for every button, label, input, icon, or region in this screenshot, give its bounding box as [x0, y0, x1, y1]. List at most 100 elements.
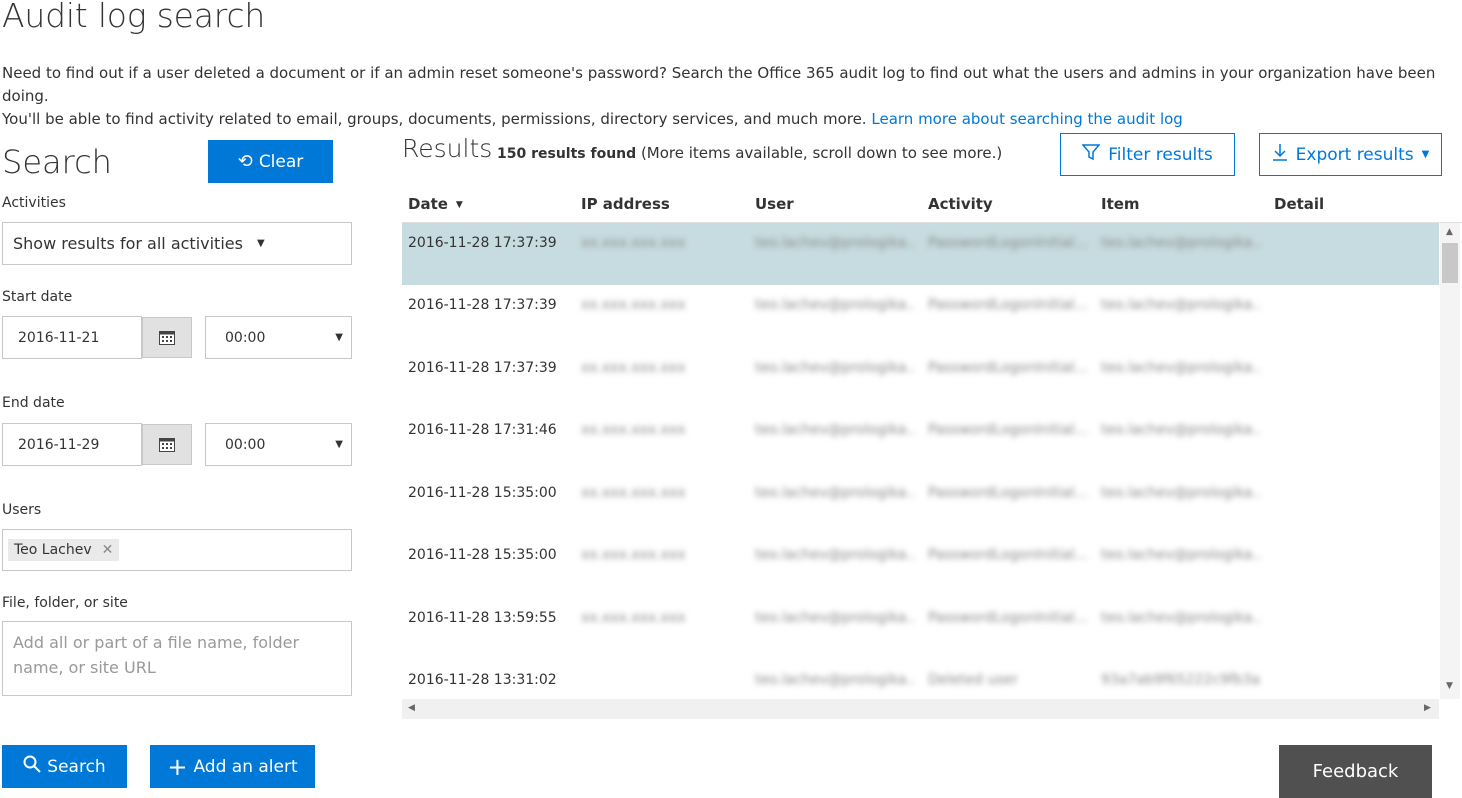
scroll-right-icon[interactable]: ▶	[1424, 703, 1431, 713]
cell-user: teo.lachev@prologika...	[755, 360, 915, 376]
cell-activity: Deleted user	[928, 672, 1018, 688]
cell-activity: PasswordLogonInitial...	[928, 297, 1088, 313]
table-row[interactable]: 2016-11-28 13:59:55 xx.xxx.xxx.xxx teo.l…	[402, 598, 1439, 660]
start-date-label: Start date	[2, 289, 73, 305]
results-grid: 2016-11-28 17:37:39 xx.xxx.xxx.xxx teo.l…	[402, 223, 1439, 699]
cell-activity: PasswordLogonInitial...	[928, 547, 1088, 563]
end-time-value: 00:00	[225, 436, 266, 453]
vertical-scrollbar[interactable]: ▲ ▼	[1440, 223, 1460, 699]
users-label: Users	[2, 502, 42, 518]
chevron-down-icon: ▼	[335, 439, 343, 450]
add-alert-button[interactable]: + Add an alert	[150, 745, 315, 788]
cell-ip: xx.xxx.xxx.xxx	[581, 360, 686, 376]
cell-date: 2016-11-28 17:31:46	[408, 422, 557, 438]
cell-date: 2016-11-28 13:31:02	[408, 672, 557, 688]
end-time-select[interactable]: 00:00 ▼	[205, 423, 352, 466]
export-results-label: Export results	[1295, 144, 1414, 165]
filter-results-label: Filter results	[1108, 144, 1213, 165]
start-time-select[interactable]: 00:00 ▼	[205, 316, 352, 359]
cell-item: teo.lachev@prologika...	[1101, 297, 1261, 313]
cell-activity: PasswordLogonInitial...	[928, 610, 1088, 626]
download-icon	[1272, 143, 1288, 166]
table-row[interactable]: 2016-11-28 15:35:00 xx.xxx.xxx.xxx teo.l…	[402, 473, 1439, 535]
file-label: File, folder, or site	[2, 595, 128, 611]
cell-item: teo.lachev@prologika...	[1101, 422, 1261, 438]
cell-user: teo.lachev@prologika...	[755, 672, 915, 688]
table-row[interactable]: 2016-11-28 17:37:39 xx.xxx.xxx.xxx teo.l…	[402, 285, 1439, 347]
cell-user: teo.lachev@prologika...	[755, 610, 915, 626]
column-header-activity[interactable]: Activity	[928, 195, 993, 213]
learn-more-link[interactable]: Learn more about searching the audit log	[871, 110, 1182, 128]
export-results-button[interactable]: Export results ▼	[1259, 133, 1442, 176]
activities-label: Activities	[2, 195, 66, 211]
end-date-calendar-icon[interactable]	[142, 424, 192, 465]
cell-item: teo.lachev@prologika...	[1101, 547, 1261, 563]
user-tag-label: Teo Lachev	[14, 542, 92, 558]
table-row[interactable]: 2016-11-28 17:31:46 xx.xxx.xxx.xxx teo.l…	[402, 410, 1439, 472]
cell-ip: xx.xxx.xxx.xxx	[581, 610, 686, 626]
results-table-header: Date ▼ IP address User Activity Item Deta…	[402, 185, 1462, 223]
chevron-down-icon: ▼	[335, 332, 343, 343]
users-input[interactable]: Teo Lachev ✕	[2, 529, 352, 571]
cell-item: teo.lachev@prologika...	[1101, 235, 1261, 251]
cell-activity: PasswordLogonInitial...	[928, 422, 1088, 438]
add-alert-label: Add an alert	[193, 756, 298, 777]
cell-ip: xx.xxx.xxx.xxx	[581, 235, 686, 251]
cell-date: 2016-11-28 15:35:00	[408, 485, 557, 501]
cell-ip: xx.xxx.xxx.xxx	[581, 485, 686, 501]
scroll-down-icon[interactable]: ▼	[1446, 681, 1453, 691]
cell-activity: PasswordLogonInitial...	[928, 360, 1088, 376]
chevron-down-icon: ▼	[1421, 149, 1430, 160]
horizontal-scrollbar[interactable]: ◀ ▶	[402, 699, 1439, 719]
table-row[interactable]: 2016-11-28 13:31:02 teo.lachev@prologika…	[402, 660, 1439, 699]
filter-results-button[interactable]: Filter results	[1060, 133, 1235, 176]
start-date-input[interactable]: 2016-11-21	[2, 316, 142, 359]
activities-value: Show results for all activities	[13, 234, 243, 253]
search-icon	[23, 755, 42, 778]
scroll-up-icon[interactable]: ▲	[1446, 227, 1453, 237]
scroll-left-icon[interactable]: ◀	[408, 703, 415, 713]
cell-item: teo.lachev@prologika...	[1101, 610, 1261, 626]
end-date-input[interactable]: 2016-11-29	[2, 423, 142, 466]
filter-icon	[1081, 143, 1101, 166]
start-date-calendar-icon[interactable]	[142, 317, 192, 358]
file-folder-site-input[interactable]: Add all or part of a file name, folder n…	[2, 621, 352, 696]
intro-line-1: Need to find out if a user deleted a doc…	[2, 64, 1436, 105]
intro-line-2: You'll be able to find activity related …	[2, 110, 867, 128]
start-time-value: 00:00	[225, 329, 266, 346]
cell-ip: xx.xxx.xxx.xxx	[581, 547, 686, 563]
activities-dropdown[interactable]: Show results for all activities ▼	[2, 222, 352, 265]
results-count-note: (More items available, scroll down to se…	[640, 144, 1003, 162]
search-heading: Search	[2, 143, 112, 181]
page-intro: Need to find out if a user deleted a doc…	[2, 62, 1462, 131]
cell-user: teo.lachev@prologika...	[755, 422, 915, 438]
cell-date: 2016-11-28 17:37:39	[408, 360, 557, 376]
column-header-date-label: Date	[408, 195, 448, 213]
cell-user: teo.lachev@prologika...	[755, 485, 915, 501]
feedback-button[interactable]: Feedback	[1279, 745, 1432, 798]
cell-date: 2016-11-28 17:37:39	[408, 297, 557, 313]
cell-activity: PasswordLogonInitial...	[928, 235, 1088, 251]
table-row[interactable]: 2016-11-28 17:37:39 xx.xxx.xxx.xxx teo.l…	[402, 348, 1439, 410]
results-heading: Results	[402, 134, 493, 163]
user-tag: Teo Lachev ✕	[8, 539, 120, 561]
results-count-number: 150 results found	[497, 146, 637, 162]
column-header-detail[interactable]: Detail	[1274, 195, 1324, 213]
cell-user: teo.lachev@prologika...	[755, 297, 915, 313]
cell-item: 93a7ab9f65222c9fb3a...	[1101, 672, 1261, 688]
column-header-ip[interactable]: IP address	[581, 195, 670, 213]
scrollbar-thumb[interactable]	[1442, 243, 1458, 283]
cell-activity: PasswordLogonInitial...	[928, 485, 1088, 501]
sort-descending-icon: ▼	[455, 199, 463, 210]
clear-button[interactable]: ⟲ Clear	[208, 140, 333, 183]
close-icon[interactable]: ✕	[102, 542, 114, 558]
table-row[interactable]: 2016-11-28 17:37:39 xx.xxx.xxx.xxx teo.l…	[402, 223, 1439, 285]
column-header-user[interactable]: User	[755, 195, 794, 213]
search-button-label: Search	[47, 756, 106, 777]
table-row[interactable]: 2016-11-28 15:35:00 xx.xxx.xxx.xxx teo.l…	[402, 535, 1439, 597]
cell-item: teo.lachev@prologika...	[1101, 485, 1261, 501]
column-header-date[interactable]: Date ▼	[408, 195, 463, 213]
search-button[interactable]: Search	[2, 745, 127, 788]
column-header-item[interactable]: Item	[1101, 195, 1140, 213]
undo-icon: ⟲	[237, 151, 253, 172]
